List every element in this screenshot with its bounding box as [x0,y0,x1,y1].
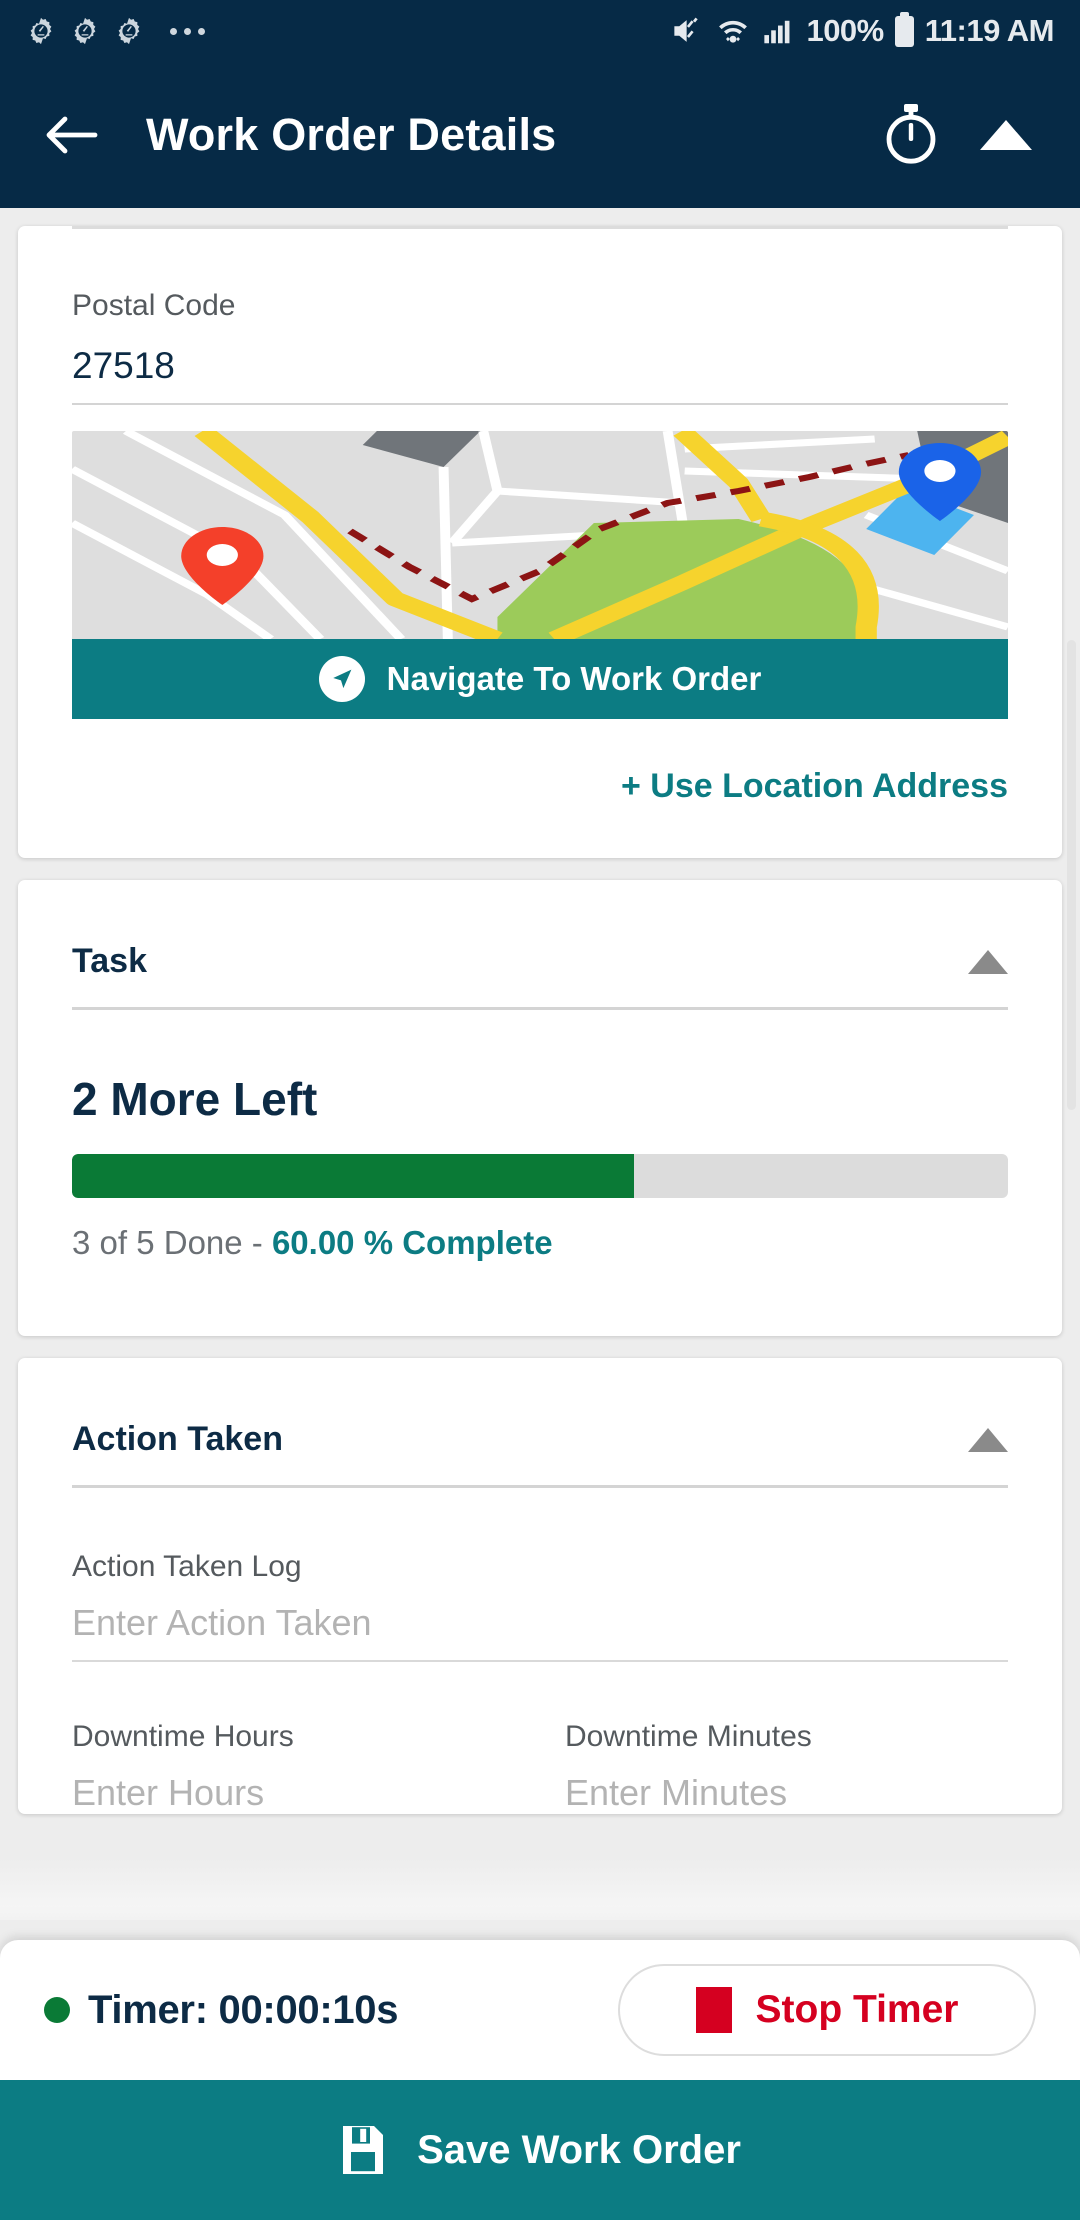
volume-mute-icon [674,17,699,42]
use-location-address-link[interactable]: + Use Location Address [621,767,1008,806]
wifi-icon [719,20,748,43]
downtime-minutes-field: Downtime Minutes Enter Minutes [565,1720,1008,1814]
task-progress-count: 3 of 5 Done - [72,1224,272,1261]
task-remaining-headline: 2 More Left [72,1073,318,1125]
map-preview[interactable]: Navigate To Work Order [72,431,1008,719]
action-taken-log-label: Action Taken Log [72,1550,302,1583]
gear-icon [30,17,52,45]
status-bar-system: 100% 11:19 AM [671,11,1055,49]
downtime-hours-field: Downtime Hours Enter Hours [72,1720,515,1814]
downtime-minutes-label: Downtime Minutes [565,1720,812,1753]
page-title: Work Order Details [146,109,557,160]
downtime-minutes-input[interactable]: Enter Minutes [565,1754,1008,1814]
postal-code-underline [72,403,1008,405]
stop-timer-button[interactable]: Stop Timer [618,1964,1036,2056]
map-image [72,431,1008,639]
action-taken-log-input[interactable]: Enter Action Taken [72,1584,1008,1660]
app-bar: Work Order Details [0,62,1080,208]
action-taken-section-title: Action Taken [72,1420,283,1458]
triangle-up-icon[interactable] [968,949,1008,974]
postal-code-label: Postal Code [72,289,236,322]
use-location-address-row: + Use Location Address [72,719,1008,858]
vertical-scrollbar[interactable] [1067,640,1076,1110]
navigate-to-work-order-button[interactable]: Navigate To Work Order [72,639,1008,719]
app-screen: 100% 11:19 AM Work Order Details Postal … [0,0,1080,2220]
location-card: Postal Code 27518 Navigate To Work Order… [18,226,1062,858]
navigate-button-label: Navigate To Work Order [386,660,762,697]
action-taken-section-header[interactable]: Action Taken [72,1358,1008,1459]
stopwatch-icon [886,103,936,164]
save-work-order-label: Save Work Order [417,2127,741,2172]
app-bar-actions [882,102,1046,169]
action-taken-card: Action Taken Action Taken Log Enter Acti… [18,1358,1062,1814]
timer-label: Timer: 00:00:10s [88,1987,399,2032]
triangle-up-icon[interactable] [968,1427,1008,1452]
task-progress-summary: 3 of 5 Done - 60.00 % Complete [72,1198,1008,1336]
task-progress-fill [72,1154,634,1198]
battery-percent-label: 100% [806,13,884,48]
navigation-arrow-icon [318,656,365,702]
downtime-hours-label: Downtime Hours [72,1720,294,1753]
task-card: Task 2 More Left 3 of 5 Done - 60.00 % C… [18,880,1062,1336]
more-dots-icon [170,27,205,35]
stop-square-icon [695,1987,732,2033]
downtime-hours-input[interactable]: Enter Hours [72,1754,515,1814]
save-work-order-button[interactable]: Save Work Order [0,2080,1080,2220]
triangle-up-icon[interactable] [980,120,1032,150]
stopwatch-button[interactable] [882,102,940,169]
task-section-header[interactable]: Task [72,880,1008,981]
status-bar: 100% 11:19 AM [0,0,1080,62]
stop-timer-label: Stop Timer [755,1988,959,2031]
task-progress-percent: 60.00 % Complete [271,1224,553,1261]
scroll-content[interactable]: Postal Code 27518 Navigate To Work Order… [0,208,1080,1920]
back-button[interactable] [34,98,108,172]
green-status-dot [44,1997,70,2023]
status-bar-notifications [26,16,205,46]
clock-label: 11:19 AM [924,13,1055,48]
cellular-signal-icon [764,20,790,44]
task-progress-bar [72,1154,1008,1198]
navigation-arrow-glyph [332,669,352,689]
downtime-row: Downtime Hours Enter Hours Downtime Minu… [72,1662,1008,1814]
battery-full-icon [894,11,914,47]
task-section-title: Task [72,942,147,980]
back-arrow-icon [46,116,98,154]
gear-icon [118,17,140,45]
floppy-disk-save-icon [343,2126,384,2174]
timer-bar: Timer: 00:00:10s Stop Timer [0,1940,1080,2080]
gear-icon [74,17,96,45]
content-fade-mask [0,1858,1080,1920]
postal-code-value[interactable]: 27518 [72,323,1008,403]
